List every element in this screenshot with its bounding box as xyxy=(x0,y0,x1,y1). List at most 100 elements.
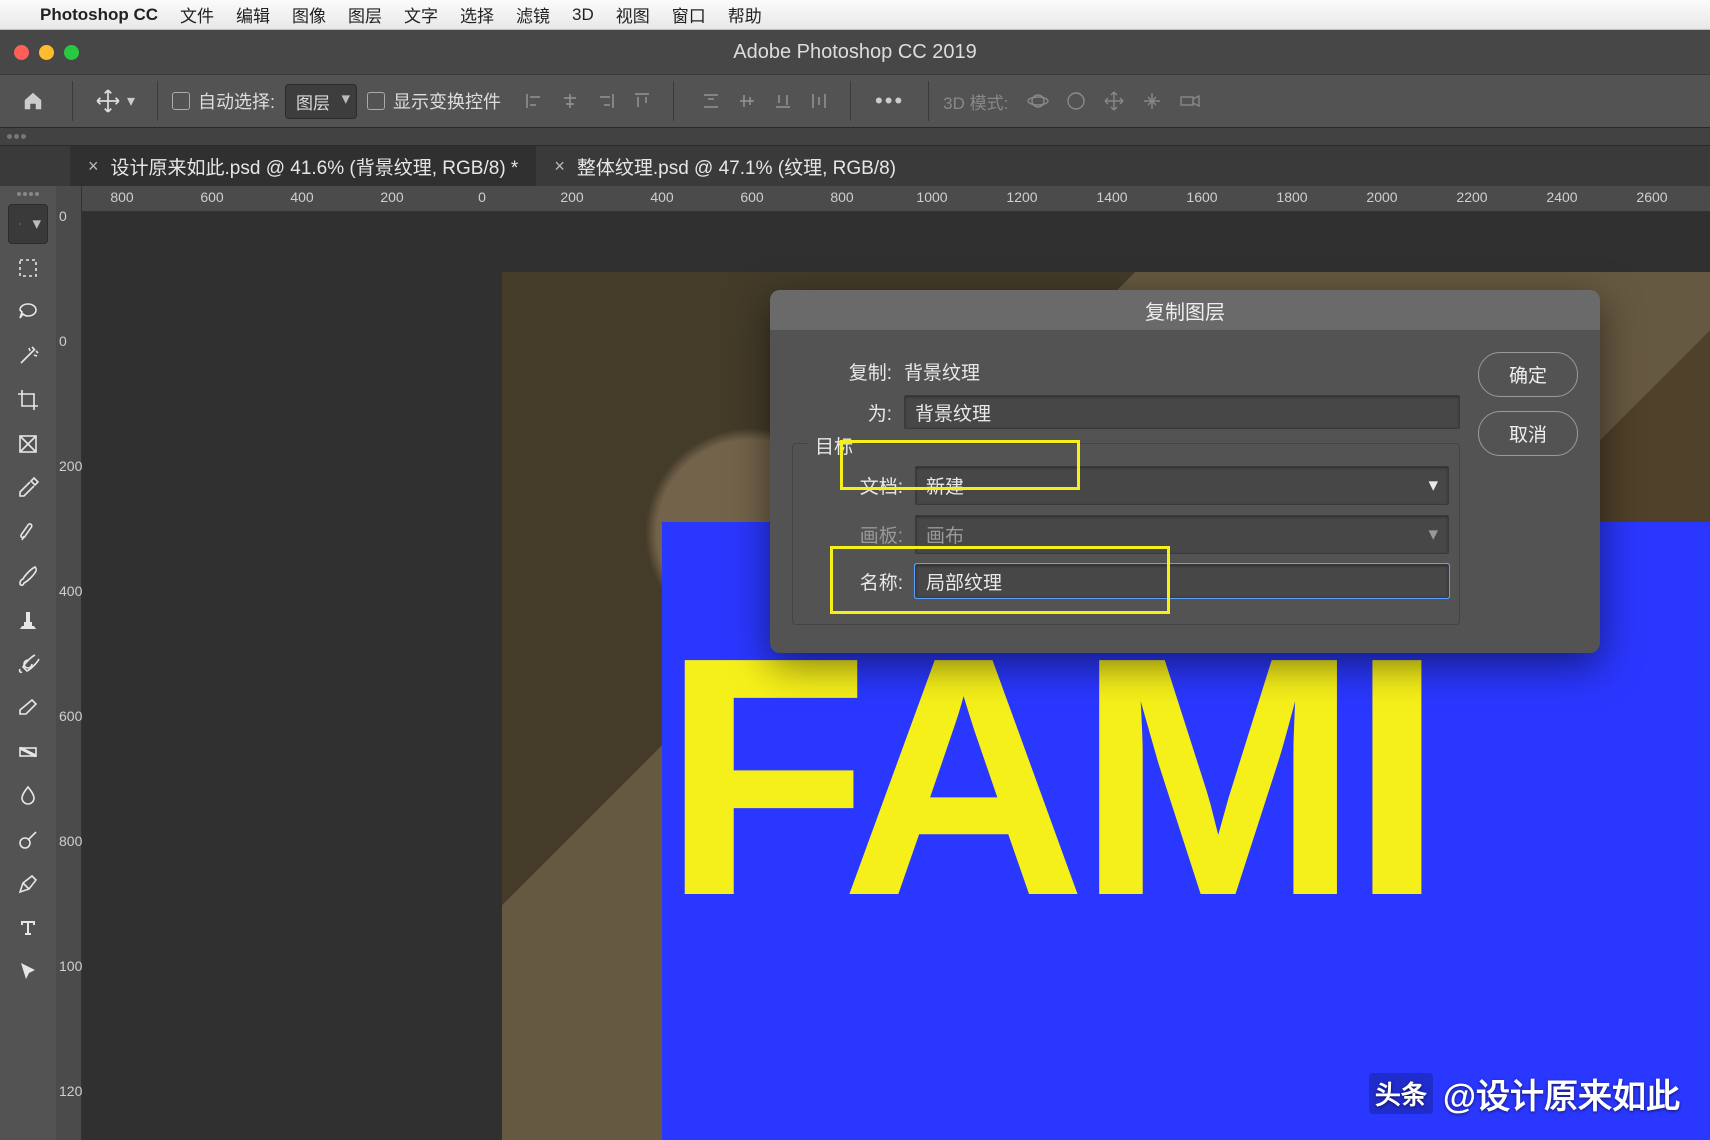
menu-view[interactable]: 视图 xyxy=(616,2,650,27)
align-left-icon[interactable] xyxy=(517,84,551,118)
magic-wand-tool[interactable] xyxy=(8,336,48,376)
history-brush-tool[interactable] xyxy=(8,644,48,684)
slide-3d-icon[interactable] xyxy=(1140,89,1164,113)
frame-tool[interactable] xyxy=(8,424,48,464)
marquee-tool[interactable] xyxy=(8,248,48,288)
horizontal-ruler[interactable]: 8006004002000200400600800100012001400160… xyxy=(82,186,1710,212)
divider xyxy=(72,81,73,121)
camera-3d-icon[interactable] xyxy=(1178,89,1202,113)
chevron-down-icon: ▾ xyxy=(1428,474,1438,497)
maximize-window-icon[interactable] xyxy=(64,45,79,60)
3d-controls xyxy=(1026,89,1202,113)
artboard-dropdown: 画布▾ xyxy=(915,515,1449,554)
distribute-group xyxy=(694,84,836,118)
close-window-icon[interactable] xyxy=(14,45,29,60)
vertical-ruler[interactable]: 0020040060080010001200 xyxy=(56,186,82,1140)
menu-filter[interactable]: 滤镜 xyxy=(516,2,550,27)
show-transform-checkbox[interactable]: 显示变换控件 xyxy=(367,88,501,114)
gradient-tool[interactable] xyxy=(8,732,48,772)
clone-stamp-tool[interactable] xyxy=(8,600,48,640)
name-label: 名称: xyxy=(803,568,903,595)
orbit-3d-icon[interactable] xyxy=(1026,89,1050,113)
more-options-icon[interactable]: ••• xyxy=(865,88,914,114)
distribute-bottom-icon[interactable] xyxy=(766,84,800,118)
duplicate-layer-dialog: 复制图层 复制: 背景纹理 为: 目标 文档: 新建▾ 画板: 画布▾ xyxy=(770,290,1600,653)
align-group xyxy=(517,84,659,118)
type-tool[interactable] xyxy=(8,908,48,948)
target-legend: 目标 xyxy=(809,432,859,459)
roll-3d-icon[interactable] xyxy=(1064,89,1088,113)
app-name[interactable]: Photoshop CC xyxy=(40,5,158,25)
window-title: Adobe Photoshop CC 2019 xyxy=(733,41,977,64)
watermark-tag: 头条 xyxy=(1369,1073,1433,1114)
menu-help[interactable]: 帮助 xyxy=(728,2,762,27)
distribute-top-icon[interactable] xyxy=(694,84,728,118)
copy-value: 背景纹理 xyxy=(904,358,980,385)
menu-window[interactable]: 窗口 xyxy=(672,2,706,27)
eyedropper-tool[interactable] xyxy=(8,468,48,508)
divider xyxy=(850,81,851,121)
tab-label: 设计原来如此.psd @ 41.6% (背景纹理, RGB/8) * xyxy=(111,153,519,180)
ok-button[interactable]: 确定 xyxy=(1478,352,1578,397)
menu-type[interactable]: 文字 xyxy=(404,2,438,27)
divider xyxy=(928,81,929,121)
distribute-h-icon[interactable] xyxy=(802,84,836,118)
move-tool[interactable] xyxy=(8,204,48,244)
tab-document-2[interactable]: × 整体纹理.psd @ 47.1% (纹理, RGB/8) xyxy=(536,146,914,186)
show-transform-label: 显示变换控件 xyxy=(393,88,501,114)
close-tab-icon[interactable]: × xyxy=(88,156,99,177)
macos-menubar: Photoshop CC 文件 编辑 图像 图层 文字 选择 滤镜 3D 视图 … xyxy=(0,0,1710,30)
crop-tool[interactable] xyxy=(8,380,48,420)
divider xyxy=(157,81,158,121)
dodge-tool[interactable] xyxy=(8,820,48,860)
move-tool-indicator[interactable]: ▾ xyxy=(87,88,143,114)
tab-label: 整体纹理.psd @ 47.1% (纹理, RGB/8) xyxy=(577,153,896,180)
document-tabs: × 设计原来如此.psd @ 41.6% (背景纹理, RGB/8) * × 整… xyxy=(0,146,1710,186)
align-top-icon[interactable] xyxy=(625,84,659,118)
watermark: 头条 @设计原来如此 xyxy=(1369,1069,1680,1118)
menu-select[interactable]: 选择 xyxy=(460,2,494,27)
as-label: 为: xyxy=(792,399,892,426)
dialog-title: 复制图层 xyxy=(770,290,1600,330)
auto-select-dropdown[interactable]: 图层 xyxy=(285,84,357,119)
healing-brush-tool[interactable] xyxy=(8,512,48,552)
auto-select-label: 自动选择: xyxy=(198,88,275,114)
auto-select-checkbox[interactable]: 自动选择: xyxy=(172,88,275,114)
path-selection-tool[interactable] xyxy=(8,952,48,992)
chevron-down-icon: ▾ xyxy=(1428,523,1438,546)
distribute-vcenter-icon[interactable] xyxy=(730,84,764,118)
window-titlebar: Adobe Photoshop CC 2019 xyxy=(0,30,1710,74)
copy-label: 复制: xyxy=(792,358,892,385)
cancel-button[interactable]: 取消 xyxy=(1478,411,1578,456)
document-label: 文档: xyxy=(803,472,903,499)
align-right-icon[interactable] xyxy=(589,84,623,118)
target-fieldset: 目标 文档: 新建▾ 画板: 画布▾ 名称: xyxy=(792,443,1460,625)
home-button[interactable] xyxy=(8,81,58,121)
pan-3d-icon[interactable] xyxy=(1102,89,1126,113)
panel-grip-icon[interactable] xyxy=(0,186,56,202)
tools-panel xyxy=(0,186,56,1140)
lasso-tool[interactable] xyxy=(8,292,48,332)
watermark-handle: @设计原来如此 xyxy=(1443,1069,1680,1118)
align-center-h-icon[interactable] xyxy=(553,84,587,118)
menu-image[interactable]: 图像 xyxy=(292,2,326,27)
panel-dock-strip[interactable] xyxy=(0,128,1710,146)
menu-file[interactable]: 文件 xyxy=(180,2,214,27)
artboard-label: 画板: xyxy=(803,521,903,548)
tab-document-1[interactable]: × 设计原来如此.psd @ 41.6% (背景纹理, RGB/8) * xyxy=(70,146,536,186)
name-input[interactable] xyxy=(915,564,1449,598)
document-dropdown[interactable]: 新建▾ xyxy=(915,466,1449,505)
menu-3d[interactable]: 3D xyxy=(572,5,594,25)
divider xyxy=(673,81,674,121)
eraser-tool[interactable] xyxy=(8,688,48,728)
minimize-window-icon[interactable] xyxy=(39,45,54,60)
brush-tool[interactable] xyxy=(8,556,48,596)
as-input[interactable] xyxy=(904,395,1460,429)
blur-tool[interactable] xyxy=(8,776,48,816)
menu-layer[interactable]: 图层 xyxy=(348,2,382,27)
pen-tool[interactable] xyxy=(8,864,48,904)
options-bar: ▾ 自动选择: 图层 显示变换控件 ••• 3D 模式: xyxy=(0,74,1710,128)
3d-mode-label: 3D 模式: xyxy=(943,89,1008,114)
close-tab-icon[interactable]: × xyxy=(554,156,565,177)
menu-edit[interactable]: 编辑 xyxy=(236,2,270,27)
